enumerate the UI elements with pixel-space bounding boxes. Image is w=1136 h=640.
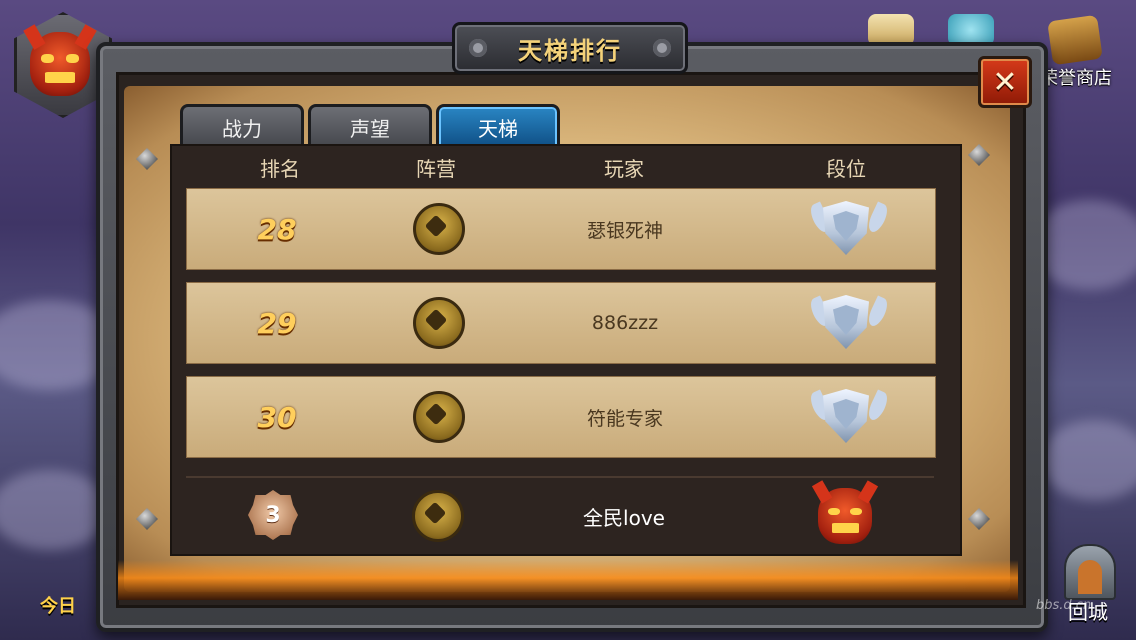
my-player-name: 全民love xyxy=(583,505,665,530)
camp-badge-icon xyxy=(413,391,465,443)
cloud-decoration xyxy=(1040,420,1136,500)
tab-power[interactable]: 战力 xyxy=(180,104,304,147)
close-icon: ✕ xyxy=(992,64,1018,100)
title-plate: 天梯排行 xyxy=(452,22,688,74)
player-avatar-icon[interactable] xyxy=(22,23,98,96)
column-header-camp: 阵营 xyxy=(416,156,456,181)
rank-number: 30 xyxy=(257,400,297,434)
shield-wing-decoration xyxy=(865,201,891,235)
my-row-divider xyxy=(186,476,934,478)
watermark: bbs.d.cn xyxy=(1036,598,1092,613)
lava-decoration xyxy=(118,560,1018,600)
player-name: 瑟银死神 xyxy=(586,219,663,242)
column-header-rank: 排名 xyxy=(260,156,300,181)
silver-shield-icon xyxy=(823,389,869,443)
shield-wing-decoration xyxy=(865,389,891,423)
silver-shield-icon xyxy=(823,201,869,255)
demon-tier-icon xyxy=(811,480,879,544)
close-button[interactable]: ✕ xyxy=(978,56,1032,108)
rank-medal-icon: 3 xyxy=(248,490,298,540)
cloud-decoration xyxy=(0,470,110,550)
silver-shield-icon xyxy=(823,295,869,349)
title-ornament-right-icon xyxy=(653,39,671,57)
tab-reputation[interactable]: 声望 xyxy=(308,104,432,147)
shield-wing-decoration xyxy=(865,295,891,329)
city-gate-icon xyxy=(1064,544,1116,600)
table-row[interactable]: 28 瑟银死神 xyxy=(186,188,936,270)
camp-badge-icon xyxy=(413,297,465,349)
today-label[interactable]: 今日 xyxy=(40,592,76,618)
player-name: 886zzz xyxy=(591,312,659,334)
camp-badge-icon xyxy=(412,490,464,542)
my-ranking-row[interactable]: 3 全民love xyxy=(186,480,934,552)
column-header-player: 玩家 xyxy=(604,156,644,181)
table-row[interactable]: 29 886zzz xyxy=(186,282,936,364)
honor-shop-book-icon[interactable] xyxy=(1047,14,1103,66)
table-row[interactable]: 30 符能专家 xyxy=(186,376,936,458)
tab-label: 战力 xyxy=(222,116,262,141)
rank-number: 29 xyxy=(257,306,297,340)
camp-badge-icon xyxy=(413,203,465,255)
tab-label: 声望 xyxy=(350,116,390,141)
panel-title: 天梯排行 xyxy=(518,36,622,65)
tab-label: 天梯 xyxy=(478,116,518,141)
player-name: 符能专家 xyxy=(586,407,663,430)
column-header-tier: 段位 xyxy=(826,156,866,181)
rank-number: 28 xyxy=(257,212,297,246)
honor-shop-label[interactable]: 荣誉商店 xyxy=(1040,64,1112,90)
tab-ladder[interactable]: 天梯 xyxy=(436,104,560,147)
